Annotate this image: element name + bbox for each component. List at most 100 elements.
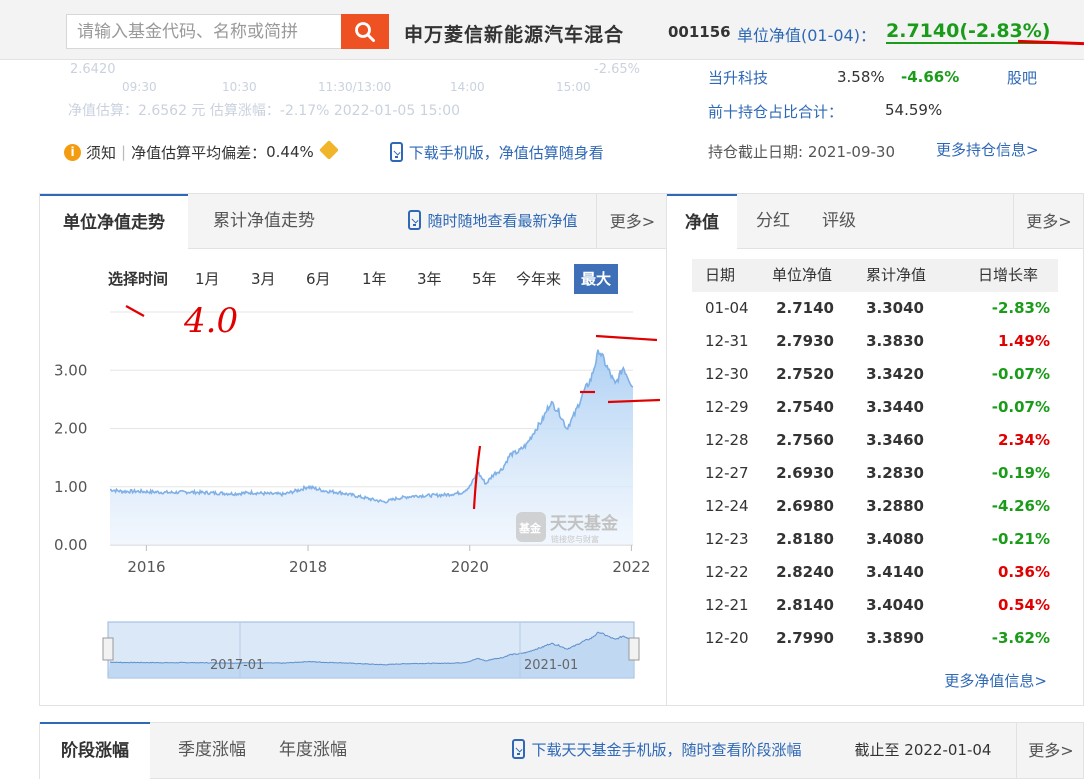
search-button[interactable] — [341, 14, 389, 49]
row-daily-rate: 1.49% — [997, 332, 1050, 350]
holding-date: 持仓截止日期: 2021-09-30 — [708, 143, 895, 161]
faded-pct: -2.65% — [594, 62, 640, 77]
tab-year-returns[interactable]: 年度涨幅 — [268, 723, 358, 778]
nav-label: 单位净值(01-04)： — [737, 26, 876, 45]
row-acc-nav: 3.4040 — [866, 596, 924, 614]
navigator-label: 2021-01 — [524, 658, 578, 673]
x-tick-label: 2016 — [127, 558, 165, 576]
tab-period-returns[interactable]: 阶段涨幅 — [40, 722, 150, 779]
navigator-right-handle[interactable] — [628, 637, 640, 661]
red-pen-stroke — [595, 334, 658, 342]
row-date: 01-04 — [705, 299, 749, 317]
faded-time: 15:00 — [556, 80, 591, 94]
deviation-label: 净值估算平均偏差： — [131, 143, 267, 162]
row-daily-rate: 2.34% — [997, 431, 1050, 449]
row-date: 12-28 — [705, 431, 749, 449]
download-app-link[interactable]: 下载手机版，净值估算随身看 — [409, 142, 604, 163]
row-unit-nav: 2.7990 — [776, 629, 834, 647]
bottom-download-link[interactable]: 下载天天基金手机版，随时查看阶段涨幅 — [492, 723, 822, 778]
table-row: 12-24 2.6980 3.2880 -4.26% — [692, 490, 1058, 523]
row-acc-nav: 3.3830 — [866, 332, 924, 350]
fund-name: 申万菱信新能源汽车混合 — [404, 24, 625, 46]
row-date: 12-21 — [705, 596, 749, 614]
table-row: 12-23 2.8180 3.4080 -0.21% — [692, 523, 1058, 556]
row-daily-rate: -0.19% — [991, 464, 1050, 482]
table-row: 12-21 2.8140 3.4040 0.54% — [692, 589, 1058, 622]
y-tick-label: 3.00 — [54, 361, 87, 379]
holding-forum-link[interactable]: 股吧 — [1007, 67, 1037, 88]
y-tick-label: 2.00 — [54, 420, 87, 438]
phone-icon — [389, 142, 403, 162]
y-tick-label: 0.00 — [54, 536, 87, 554]
row-unit-nav: 2.7930 — [776, 332, 834, 350]
tab-dividend[interactable]: 分红 — [745, 194, 801, 249]
row-daily-rate: -0.07% — [991, 398, 1050, 416]
table-header: 日期 单位净值 累计净值 日增长率 — [692, 259, 1058, 292]
faded-time: 14:00 — [450, 80, 485, 94]
x-tick-label: 2022 — [612, 558, 650, 576]
nav-trend-chart: 0.00 1.00 2.00 3.00 2016 2018 2020 2022 基金 天天基金链接… — [54, 301, 661, 679]
row-daily-rate: 0.54% — [997, 596, 1050, 614]
row-date: 12-23 — [705, 530, 749, 548]
row-unit-nav: 2.8180 — [776, 530, 834, 548]
x-tick-label: 2020 — [451, 558, 489, 576]
row-unit-nav: 2.8140 — [776, 596, 834, 614]
holding-change: -4.66% — [901, 68, 960, 86]
faded-time: 09:30 — [122, 80, 157, 94]
faded-estimate-line: 净值估算：2.6562 元 估算涨幅：-2.17% 2022-01-05 15:… — [68, 103, 461, 119]
row-unit-nav: 2.7560 — [776, 431, 834, 449]
row-daily-rate: -3.62% — [991, 629, 1050, 647]
fund-search-input[interactable] — [66, 14, 342, 49]
tab-rating[interactable]: 评级 — [811, 194, 867, 249]
header-unit-nav: 单位净值 — [771, 266, 832, 284]
phone-icon — [512, 739, 526, 759]
watermark-badge: 基金 — [518, 521, 542, 535]
table-row: 12-28 2.7560 3.3460 2.34% — [692, 424, 1058, 457]
faded-nav-value: 2.6420 — [70, 62, 116, 77]
row-acc-nav: 3.3040 — [866, 299, 924, 317]
row-date: 12-27 — [705, 464, 749, 482]
more-nav-link[interactable]: 更多净值信息> — [944, 670, 1047, 691]
search-icon — [355, 22, 375, 42]
as-of-date: 截止至 2022-01-04 — [854, 741, 992, 759]
row-unit-nav: 2.8240 — [776, 563, 834, 581]
bottom-more-link[interactable]: 更多> — [1016, 723, 1084, 778]
notice-label[interactable]: 须知 — [86, 142, 116, 163]
tip-diamond-icon[interactable] — [318, 140, 339, 160]
row-daily-rate: -0.07% — [991, 365, 1050, 383]
row-date: 12-22 — [705, 563, 749, 581]
tab-quarter-returns[interactable]: 季度涨幅 — [156, 723, 268, 778]
table-row: 12-31 2.7930 3.3830 1.49% — [692, 325, 1058, 358]
row-date: 12-29 — [705, 398, 749, 416]
table-row: 01-04 2.7140 3.3040 -2.83% — [692, 292, 1058, 325]
header-daily-rate: 日增长率 — [977, 266, 1038, 284]
holding-weight: 3.58% — [837, 68, 885, 86]
row-unit-nav: 2.7140 — [776, 299, 834, 317]
info-icon: i — [64, 143, 81, 161]
nav-history-panel: 净值 分红 评级 更多> 日期 单位净值 累计净值 日增长率 01-04 2.71… — [667, 193, 1084, 706]
row-acc-nav: 3.4080 — [866, 530, 924, 548]
tab-nav[interactable]: 净值 — [667, 194, 737, 250]
row-date: 12-30 — [705, 365, 749, 383]
deviation-value: 0.44% — [266, 143, 314, 161]
period-returns-panel: 阶段涨幅 季度涨幅 年度涨幅 下载天天基金手机版，随时查看阶段涨幅 截止至 20… — [39, 722, 1084, 779]
fund-code: 001156 — [668, 23, 731, 41]
row-daily-rate: -4.26% — [991, 497, 1050, 515]
nav-trend-panel: 单位净值走势 累计净值走势 随时随地查看最新净值 更多> 选择时间 1月 3月 … — [39, 193, 667, 706]
row-unit-nav: 2.7520 — [776, 365, 834, 383]
row-unit-nav: 2.6930 — [776, 464, 834, 482]
nav-more-link[interactable]: 更多> — [1013, 194, 1084, 249]
row-date: 12-20 — [705, 629, 749, 647]
holding-row: 当升科技 — [708, 67, 768, 88]
watermark-subtext: 链接您与财富 — [551, 534, 599, 544]
more-holdings-link[interactable]: 更多持仓信息> — [936, 139, 1039, 160]
watermark-text: 天天基金 — [550, 513, 619, 534]
navigator-label: 2017-01 — [210, 658, 264, 673]
row-acc-nav: 3.3890 — [866, 629, 924, 647]
holding-name[interactable]: 当升科技 — [708, 69, 768, 87]
y-tick-label: 1.00 — [54, 478, 87, 496]
row-daily-rate: -2.83% — [991, 299, 1050, 317]
navigator-left-handle[interactable] — [102, 637, 114, 661]
row-acc-nav: 3.4140 — [866, 563, 924, 581]
table-row: 12-20 2.7990 3.3890 -3.62% — [692, 622, 1058, 655]
